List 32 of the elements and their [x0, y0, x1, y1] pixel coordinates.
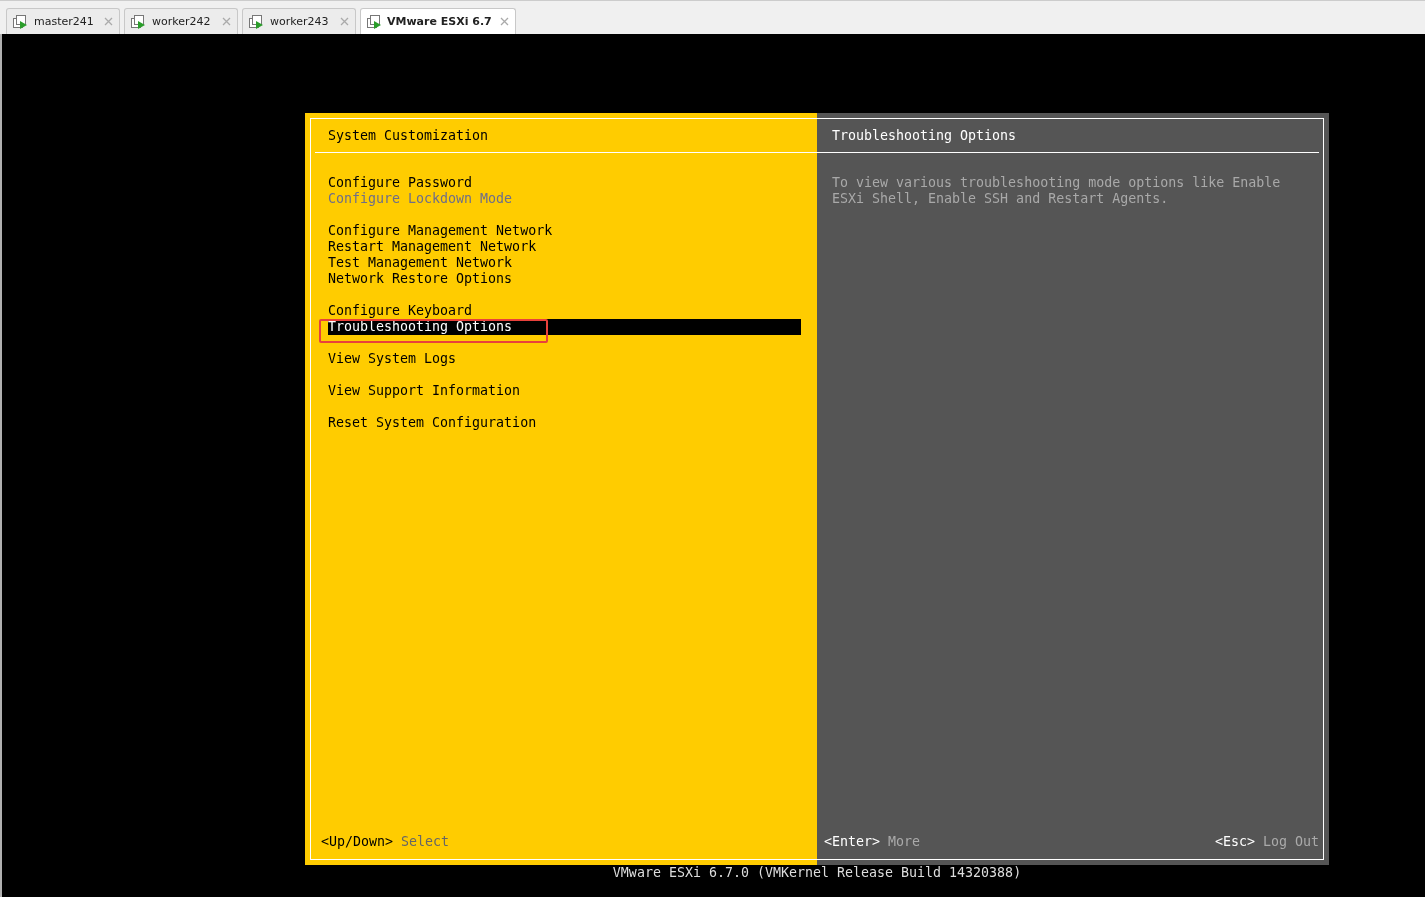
menu-item[interactable]: Configure Management Network	[328, 223, 801, 239]
vm-tab[interactable]: master241	[6, 8, 120, 34]
vm-tab[interactable]: worker242	[124, 8, 238, 34]
menu-item[interactable]: Configure Keyboard	[328, 303, 801, 319]
menu-item[interactable]: Troubleshooting Options	[328, 319, 801, 335]
menu-item[interactable]: Configure Password	[328, 175, 801, 191]
key-hint: <Esc>	[1214, 834, 1255, 849]
vm-icon	[131, 14, 147, 29]
close-icon[interactable]	[340, 17, 349, 26]
vm-tab[interactable]: worker243	[242, 8, 356, 34]
menu-item[interactable]: Network Restore Options	[328, 271, 801, 287]
action-hint: More	[888, 834, 921, 849]
key-hint: <Up/Down>	[321, 834, 394, 849]
close-icon[interactable]	[222, 17, 231, 26]
vm-tab[interactable]: VMware ESXi 6.7	[360, 8, 516, 34]
menu-item[interactable]: View Support Information	[328, 383, 801, 399]
menu-item[interactable]: Test Management Network	[328, 255, 801, 271]
vm-icon	[367, 14, 383, 29]
menu-item[interactable]: Reset System Configuration	[328, 415, 801, 431]
menu-item[interactable]: Restart Management Network	[328, 239, 801, 255]
menu-item[interactable]: View System Logs	[328, 351, 801, 367]
action-hint: Select	[401, 834, 450, 849]
details-title: Troubleshooting Options	[817, 119, 1319, 153]
menu-title: System Customization	[315, 119, 817, 153]
build-info: VMware ESXi 6.7.0 (VMKernel Release Build 14320388)	[611, 865, 1023, 881]
close-icon[interactable]	[500, 17, 509, 26]
vm-icon	[13, 14, 29, 29]
vm-icon	[249, 14, 265, 29]
key-hint: <Enter>	[824, 834, 881, 849]
details-description: To view various troubleshooting mode options like Enable ESXi Shell, Enable SSH and Restart Agents.	[831, 175, 1282, 207]
action-hint: Log Out	[1262, 834, 1319, 849]
close-icon[interactable]	[104, 17, 113, 26]
